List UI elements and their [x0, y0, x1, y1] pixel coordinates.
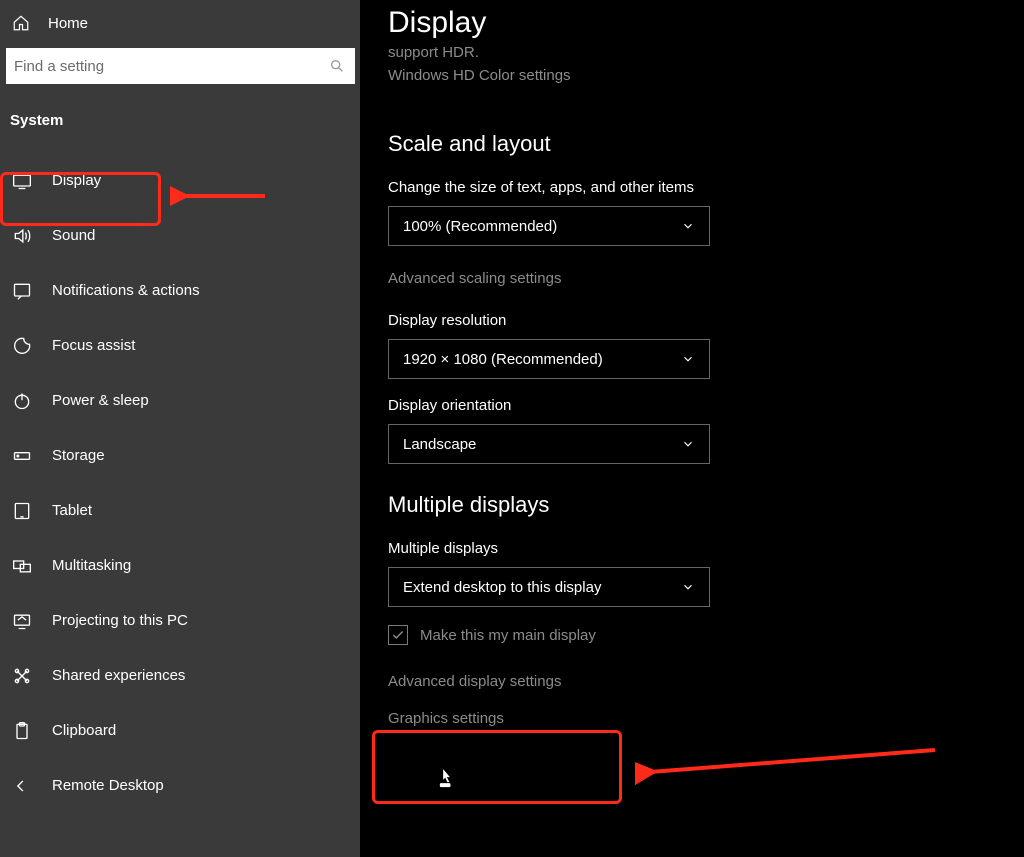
resolution-dropdown[interactable]: 1920 × 1080 (Recommended) [388, 339, 710, 379]
sidebar-item-shared[interactable]: Shared experiences [0, 648, 360, 703]
main-content: Display support HDR. Windows HD Color se… [360, 0, 1024, 857]
sidebar-item-label: Focus assist [52, 337, 348, 354]
multiple-displays-dropdown[interactable]: Extend desktop to this display [388, 567, 710, 607]
hdr-truncated-text: support HDR. [388, 44, 1024, 61]
multiple-displays-label: Multiple displays [388, 540, 1024, 557]
sidebar-item-storage[interactable]: Storage [0, 428, 360, 483]
storage-icon [12, 446, 32, 466]
notifications-icon [12, 281, 32, 301]
sidebar-item-remote[interactable]: Remote Desktop [0, 758, 360, 813]
sidebar-item-label: Notifications & actions [52, 282, 348, 299]
multitask-icon [12, 556, 32, 576]
tablet-icon [12, 501, 32, 521]
sidebar-item-sound[interactable]: Sound [0, 208, 360, 263]
main-display-checkbox-row[interactable]: Make this my main display [388, 625, 1024, 645]
search-input[interactable] [14, 58, 329, 75]
shared-icon [12, 666, 32, 686]
projecting-icon [12, 611, 32, 631]
advanced-display-link[interactable]: Advanced display settings [388, 673, 1024, 690]
sidebar-item-label: Sound [52, 227, 348, 244]
sound-icon [12, 226, 32, 246]
main-display-label: Make this my main display [420, 627, 596, 644]
sidebar-item-label: Clipboard [52, 722, 348, 739]
sidebar-item-power[interactable]: Power & sleep [0, 373, 360, 428]
sidebar-item-clipboard[interactable]: Clipboard [0, 703, 360, 758]
sidebar-item-label: Remote Desktop [52, 777, 348, 794]
chevron-down-icon [681, 352, 695, 366]
power-icon [12, 391, 32, 411]
search-box[interactable] [6, 48, 355, 84]
home-icon [12, 14, 30, 32]
sidebar-item-label: Display [52, 172, 348, 189]
checkbox-icon [388, 625, 408, 645]
sidebar-item-tablet[interactable]: Tablet [0, 483, 360, 538]
sidebar-item-multitasking[interactable]: Multitasking [0, 538, 360, 593]
sidebar-item-label: Multitasking [52, 557, 348, 574]
sidebar-section-system: System [0, 90, 360, 135]
chevron-down-icon [681, 437, 695, 451]
remote-icon [12, 776, 32, 796]
scale-layout-heading: Scale and layout [388, 131, 1024, 157]
orientation-label: Display orientation [388, 397, 1024, 414]
chevron-down-icon [681, 580, 695, 594]
sidebar-item-label: Tablet [52, 502, 348, 519]
sidebar-item-label: Power & sleep [52, 392, 348, 409]
sidebar-item-projecting[interactable]: Projecting to this PC [0, 593, 360, 648]
chevron-down-icon [681, 219, 695, 233]
dropdown-value: 100% (Recommended) [403, 218, 557, 235]
home-label: Home [48, 15, 88, 32]
dropdown-value: 1920 × 1080 (Recommended) [403, 351, 603, 368]
sidebar-item-display[interactable]: Display [0, 153, 360, 208]
settings-sidebar: Home System Display [0, 0, 360, 857]
graphics-settings-link[interactable]: Graphics settings [388, 710, 1024, 727]
focus-icon [12, 336, 32, 356]
orientation-dropdown[interactable]: Landscape [388, 424, 710, 464]
resolution-label: Display resolution [388, 312, 1024, 329]
display-icon [12, 171, 32, 191]
sidebar-item-label: Projecting to this PC [52, 612, 348, 629]
sidebar-item-label: Shared experiences [52, 667, 348, 684]
sidebar-item-notifications[interactable]: Notifications & actions [0, 263, 360, 318]
sidebar-item-focus[interactable]: Focus assist [0, 318, 360, 373]
dropdown-value: Landscape [403, 436, 476, 453]
advanced-scaling-link[interactable]: Advanced scaling settings [388, 264, 561, 287]
multiple-displays-heading: Multiple displays [388, 492, 1024, 518]
page-title: Display [388, 0, 1024, 48]
dropdown-value: Extend desktop to this display [403, 579, 601, 596]
text-size-dropdown[interactable]: 100% (Recommended) [388, 206, 710, 246]
search-icon [329, 58, 345, 74]
text-size-label: Change the size of text, apps, and other… [388, 179, 1024, 196]
clipboard-icon [12, 721, 32, 741]
hd-color-settings-link[interactable]: Windows HD Color settings [388, 61, 571, 84]
sidebar-item-label: Storage [52, 447, 348, 464]
sidebar-nav: Display Sound Notifications & actions Fo… [0, 135, 360, 813]
sidebar-home[interactable]: Home [0, 0, 360, 42]
